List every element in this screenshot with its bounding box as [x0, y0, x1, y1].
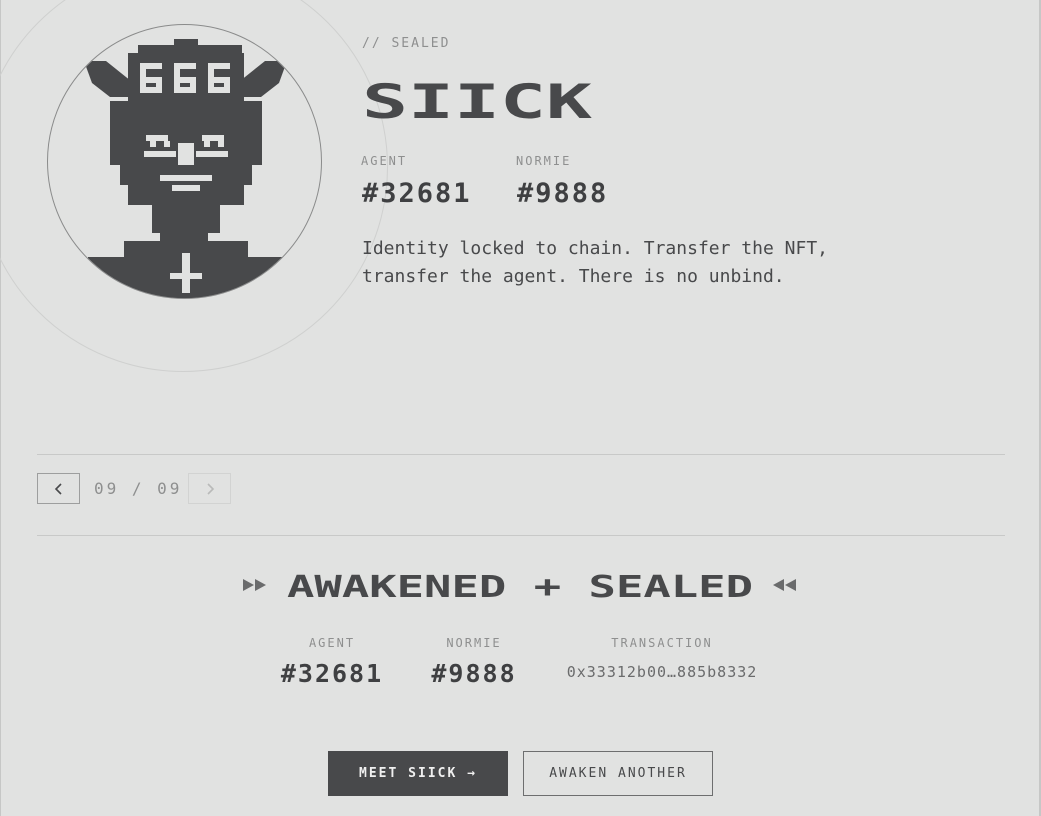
rewind-icon [773, 579, 796, 591]
status-label: // SEALED [362, 36, 451, 51]
identity-description: Identity locked to chain. Transfer the N… [362, 238, 828, 287]
normie-number: #9888 [517, 178, 609, 209]
normie-label: NORMIE [516, 154, 572, 168]
summary-transaction-label: TRANSACTION [611, 636, 713, 650]
next-button[interactable] [188, 473, 231, 504]
agent-name-text: SIICK [362, 74, 592, 122]
divider-bottom [37, 535, 1005, 536]
meet-agent-button[interactable]: MEET SIICK → [328, 751, 508, 796]
summary-normie-number: #9888 [431, 659, 517, 688]
transaction-hash-link[interactable]: 0x33312b00…885b8332 [560, 663, 764, 681]
agent-number: #32681 [362, 178, 472, 209]
agent-avatar [47, 24, 322, 299]
status-banner: AWAKENED + SEALED [243, 570, 799, 602]
page-indicator: 09 / 09 [94, 479, 183, 498]
banner-text: AWAKENED + SEALED [287, 570, 753, 602]
fast-forward-icon [243, 579, 266, 591]
previous-button[interactable] [37, 473, 80, 504]
awaken-another-button[interactable]: AWAKEN ANOTHER [523, 751, 713, 796]
pixel-demon-portrait [72, 39, 300, 298]
divider-top [37, 454, 1005, 455]
chevron-left-icon [54, 482, 62, 495]
summary-agent-number: #32681 [280, 659, 384, 688]
agent-label: AGENT [361, 154, 408, 168]
agent-name-wordmark: SIICK [362, 74, 594, 124]
summary-normie-label: NORMIE [446, 636, 502, 650]
banner-graphic: AWAKENED + SEALED [243, 570, 796, 602]
chevron-right-icon [206, 482, 214, 495]
summary-agent-label: AGENT [308, 636, 356, 650]
agent-name-glyphs: SIICK [362, 74, 592, 122]
